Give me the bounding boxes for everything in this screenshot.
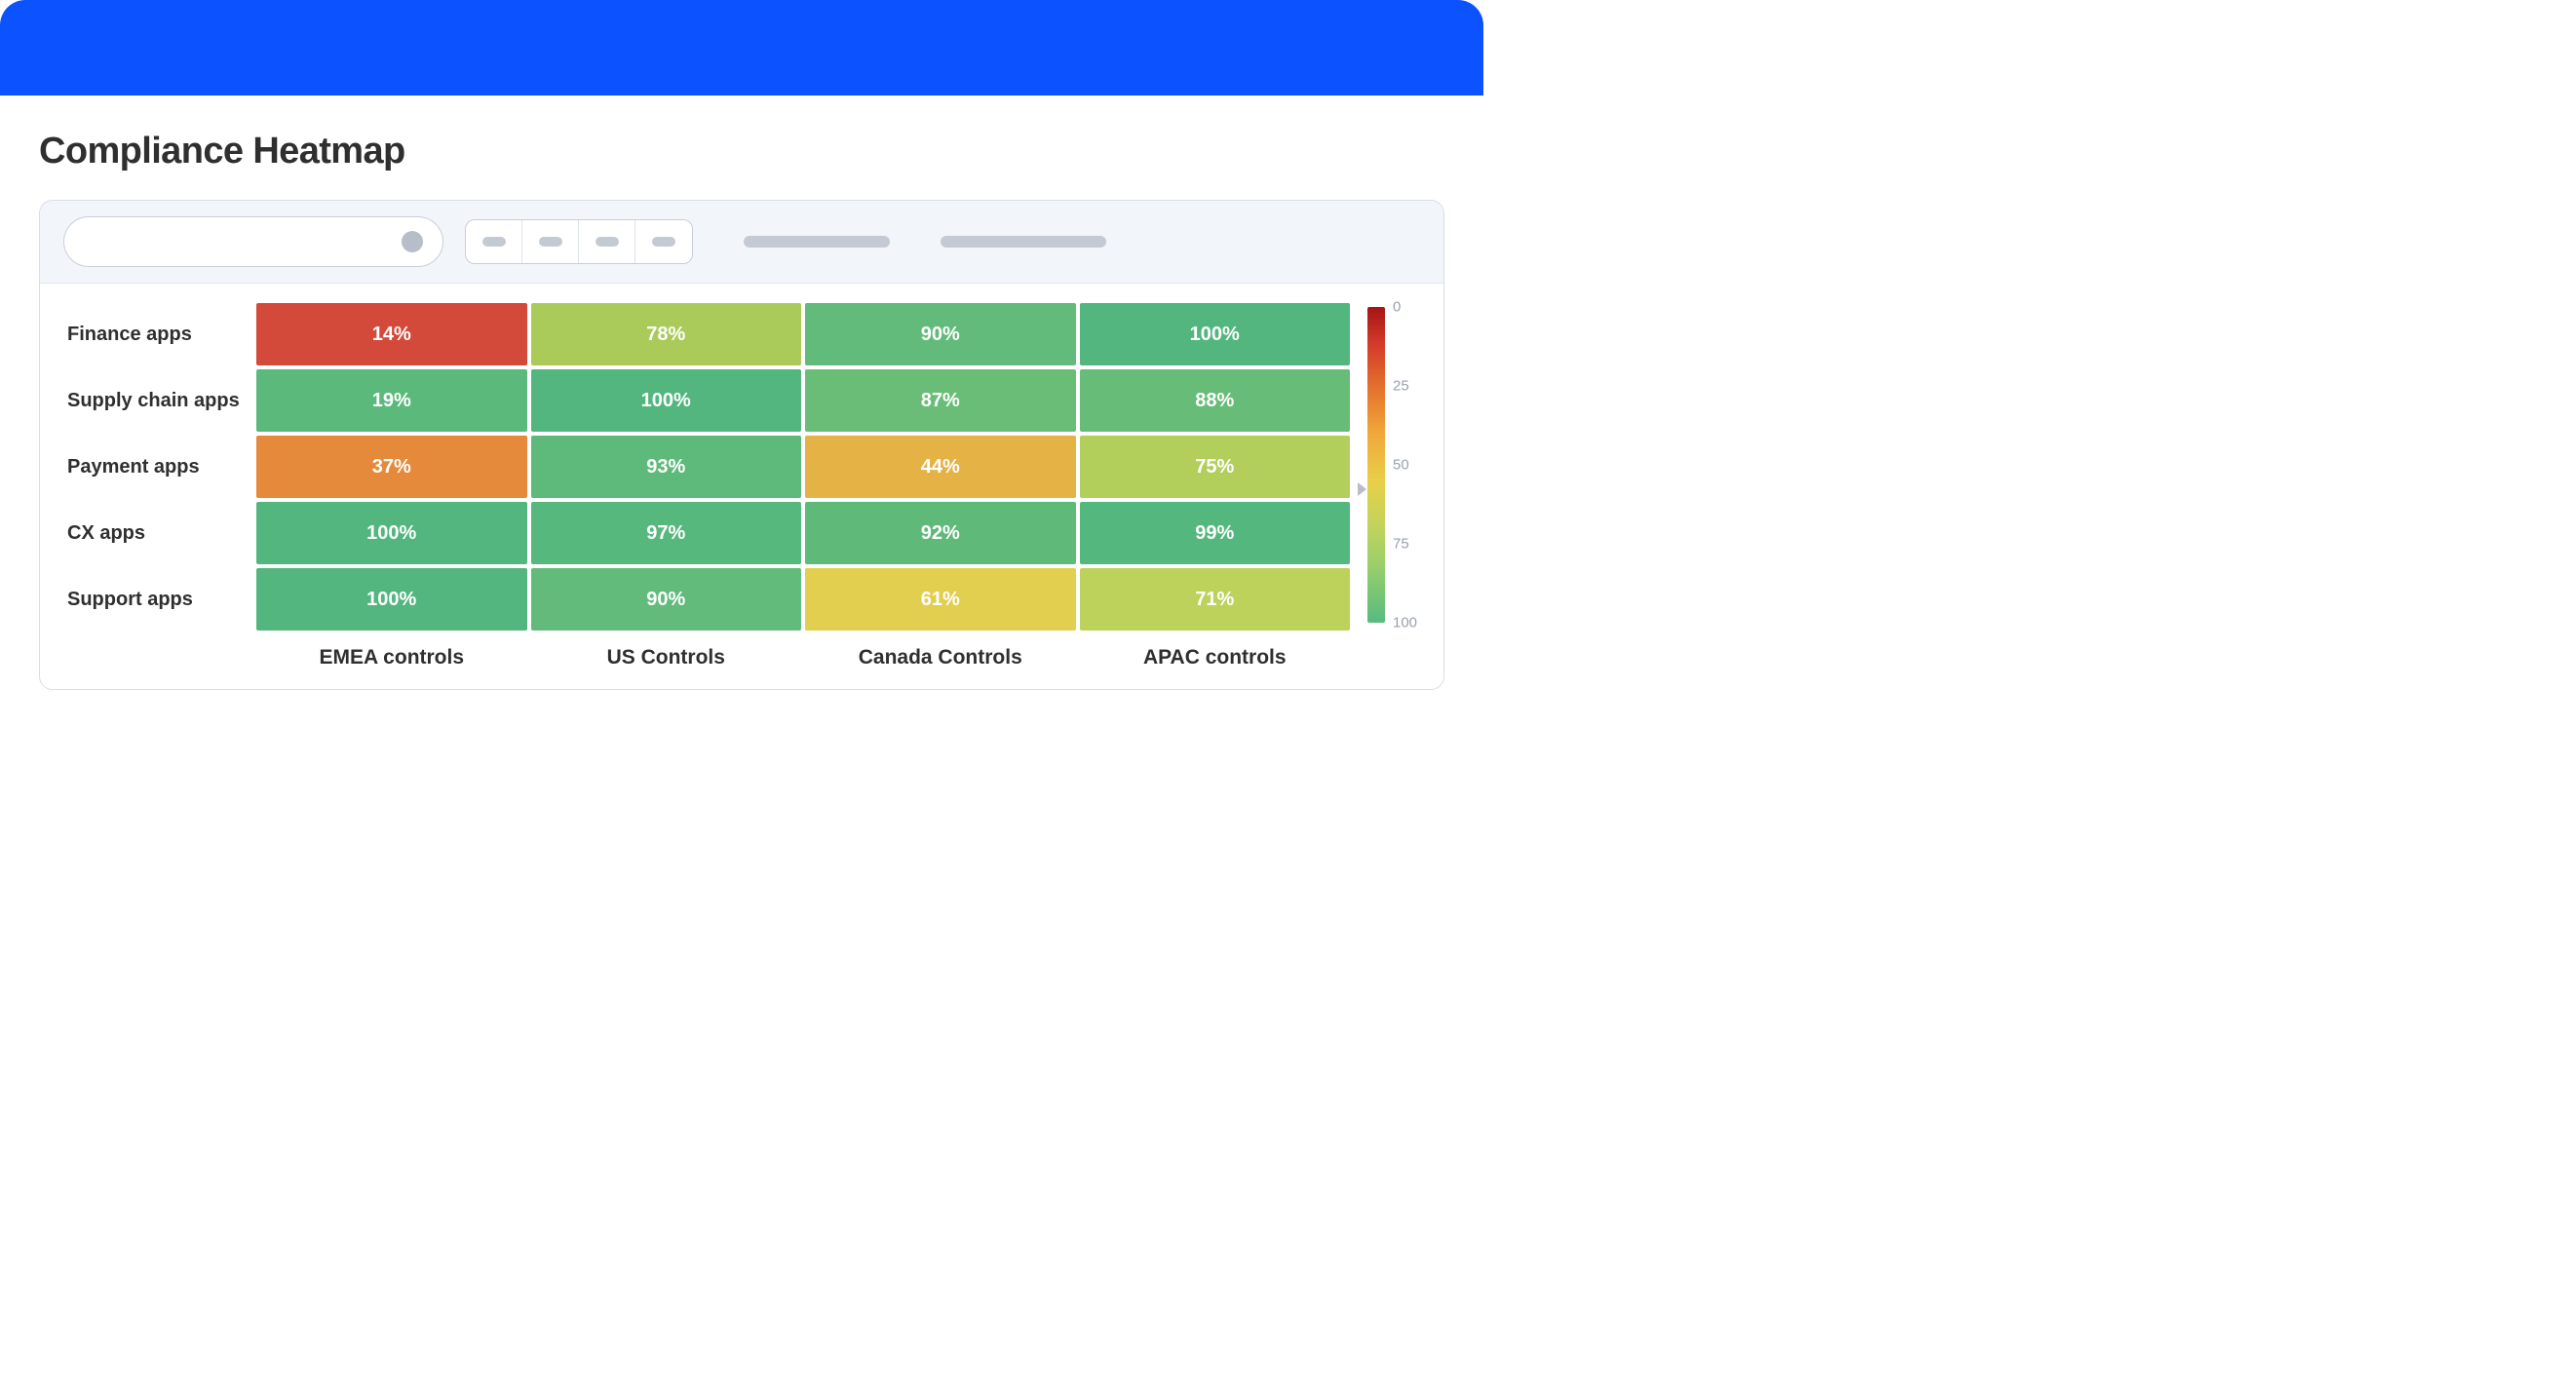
- heatmap-cell[interactable]: 93%: [531, 436, 802, 498]
- row-label: Finance apps: [67, 324, 252, 346]
- column-label: Canada Controls: [805, 636, 1076, 669]
- legend-tick-75: 75: [1393, 536, 1409, 553]
- heatmap-cell[interactable]: 75%: [1080, 436, 1351, 498]
- legend-tick-25: 25: [1393, 378, 1409, 395]
- seg-option-2[interactable]: [522, 220, 579, 263]
- heatmap-cell[interactable]: 88%: [1080, 369, 1351, 432]
- row-label: Payment apps: [67, 456, 252, 478]
- heatmap-row: Supply chain apps19%100%87%88%: [67, 369, 1350, 432]
- seg-option-3[interactable]: [579, 220, 635, 263]
- legend-tick-50: 50: [1393, 457, 1409, 474]
- column-label: APAC controls: [1080, 636, 1351, 669]
- segmented-control: [465, 219, 693, 264]
- heatmap-cell[interactable]: 100%: [1080, 303, 1351, 365]
- search-trailing-icon: [402, 231, 423, 252]
- legend-ticks: 0 25 50 75 100: [1393, 307, 1428, 623]
- heatmap-cell[interactable]: 90%: [531, 568, 802, 631]
- search-input[interactable]: [63, 216, 443, 267]
- row-label: Support apps: [67, 589, 252, 611]
- heatmap-grid: Finance apps14%78%90%100%Supply chain ap…: [67, 303, 1350, 669]
- column-label: US Controls: [531, 636, 802, 669]
- toolbar-placeholder-2: [941, 236, 1106, 248]
- heatmap: Finance apps14%78%90%100%Supply chain ap…: [40, 284, 1443, 689]
- page: Compliance Heatmap Finance apps14%78%90%…: [0, 0, 1483, 719]
- color-legend: 0 25 50 75 100: [1367, 303, 1428, 669]
- heatmap-cell[interactable]: 71%: [1080, 568, 1351, 631]
- row-label: CX apps: [67, 522, 252, 545]
- page-title: Compliance Heatmap: [39, 131, 1444, 172]
- heatmap-cell[interactable]: 92%: [805, 502, 1076, 564]
- heatmap-cell[interactable]: 100%: [531, 369, 802, 432]
- heatmap-row: CX apps100%97%92%99%: [67, 502, 1350, 564]
- heatmap-cell[interactable]: 78%: [531, 303, 802, 365]
- column-labels-row: EMEA controlsUS ControlsCanada ControlsA…: [67, 636, 1350, 669]
- column-label: EMEA controls: [256, 636, 527, 669]
- heatmap-cell[interactable]: 87%: [805, 369, 1076, 432]
- legend-gradient: [1367, 307, 1385, 623]
- toolbar: [40, 201, 1443, 284]
- seg-option-4[interactable]: [635, 220, 692, 263]
- toolbar-placeholder-1: [744, 236, 890, 248]
- heatmap-cell[interactable]: 100%: [256, 502, 527, 564]
- heatmap-cell[interactable]: 90%: [805, 303, 1076, 365]
- legend-tick-100: 100: [1393, 615, 1417, 631]
- heatmap-cell[interactable]: 44%: [805, 436, 1076, 498]
- heatmap-cell[interactable]: 99%: [1080, 502, 1351, 564]
- heatmap-cell[interactable]: 61%: [805, 568, 1076, 631]
- heatmap-cell[interactable]: 37%: [256, 436, 527, 498]
- row-label: Supply chain apps: [67, 390, 252, 412]
- banner: [0, 0, 1483, 96]
- seg-option-1[interactable]: [466, 220, 522, 263]
- legend-tick-0: 0: [1393, 299, 1401, 316]
- heatmap-cell[interactable]: 19%: [256, 369, 527, 432]
- heatmap-cell[interactable]: 97%: [531, 502, 802, 564]
- heatmap-cell[interactable]: 14%: [256, 303, 527, 365]
- heatmap-row: Payment apps37%93%44%75%: [67, 436, 1350, 498]
- heatmap-row: Finance apps14%78%90%100%: [67, 303, 1350, 365]
- legend-caret-icon: [1358, 482, 1366, 496]
- heatmap-row: Support apps100%90%61%71%: [67, 568, 1350, 631]
- heatmap-cell[interactable]: 100%: [256, 568, 527, 631]
- content: Compliance Heatmap Finance apps14%78%90%…: [0, 96, 1483, 719]
- heatmap-card: Finance apps14%78%90%100%Supply chain ap…: [39, 200, 1444, 690]
